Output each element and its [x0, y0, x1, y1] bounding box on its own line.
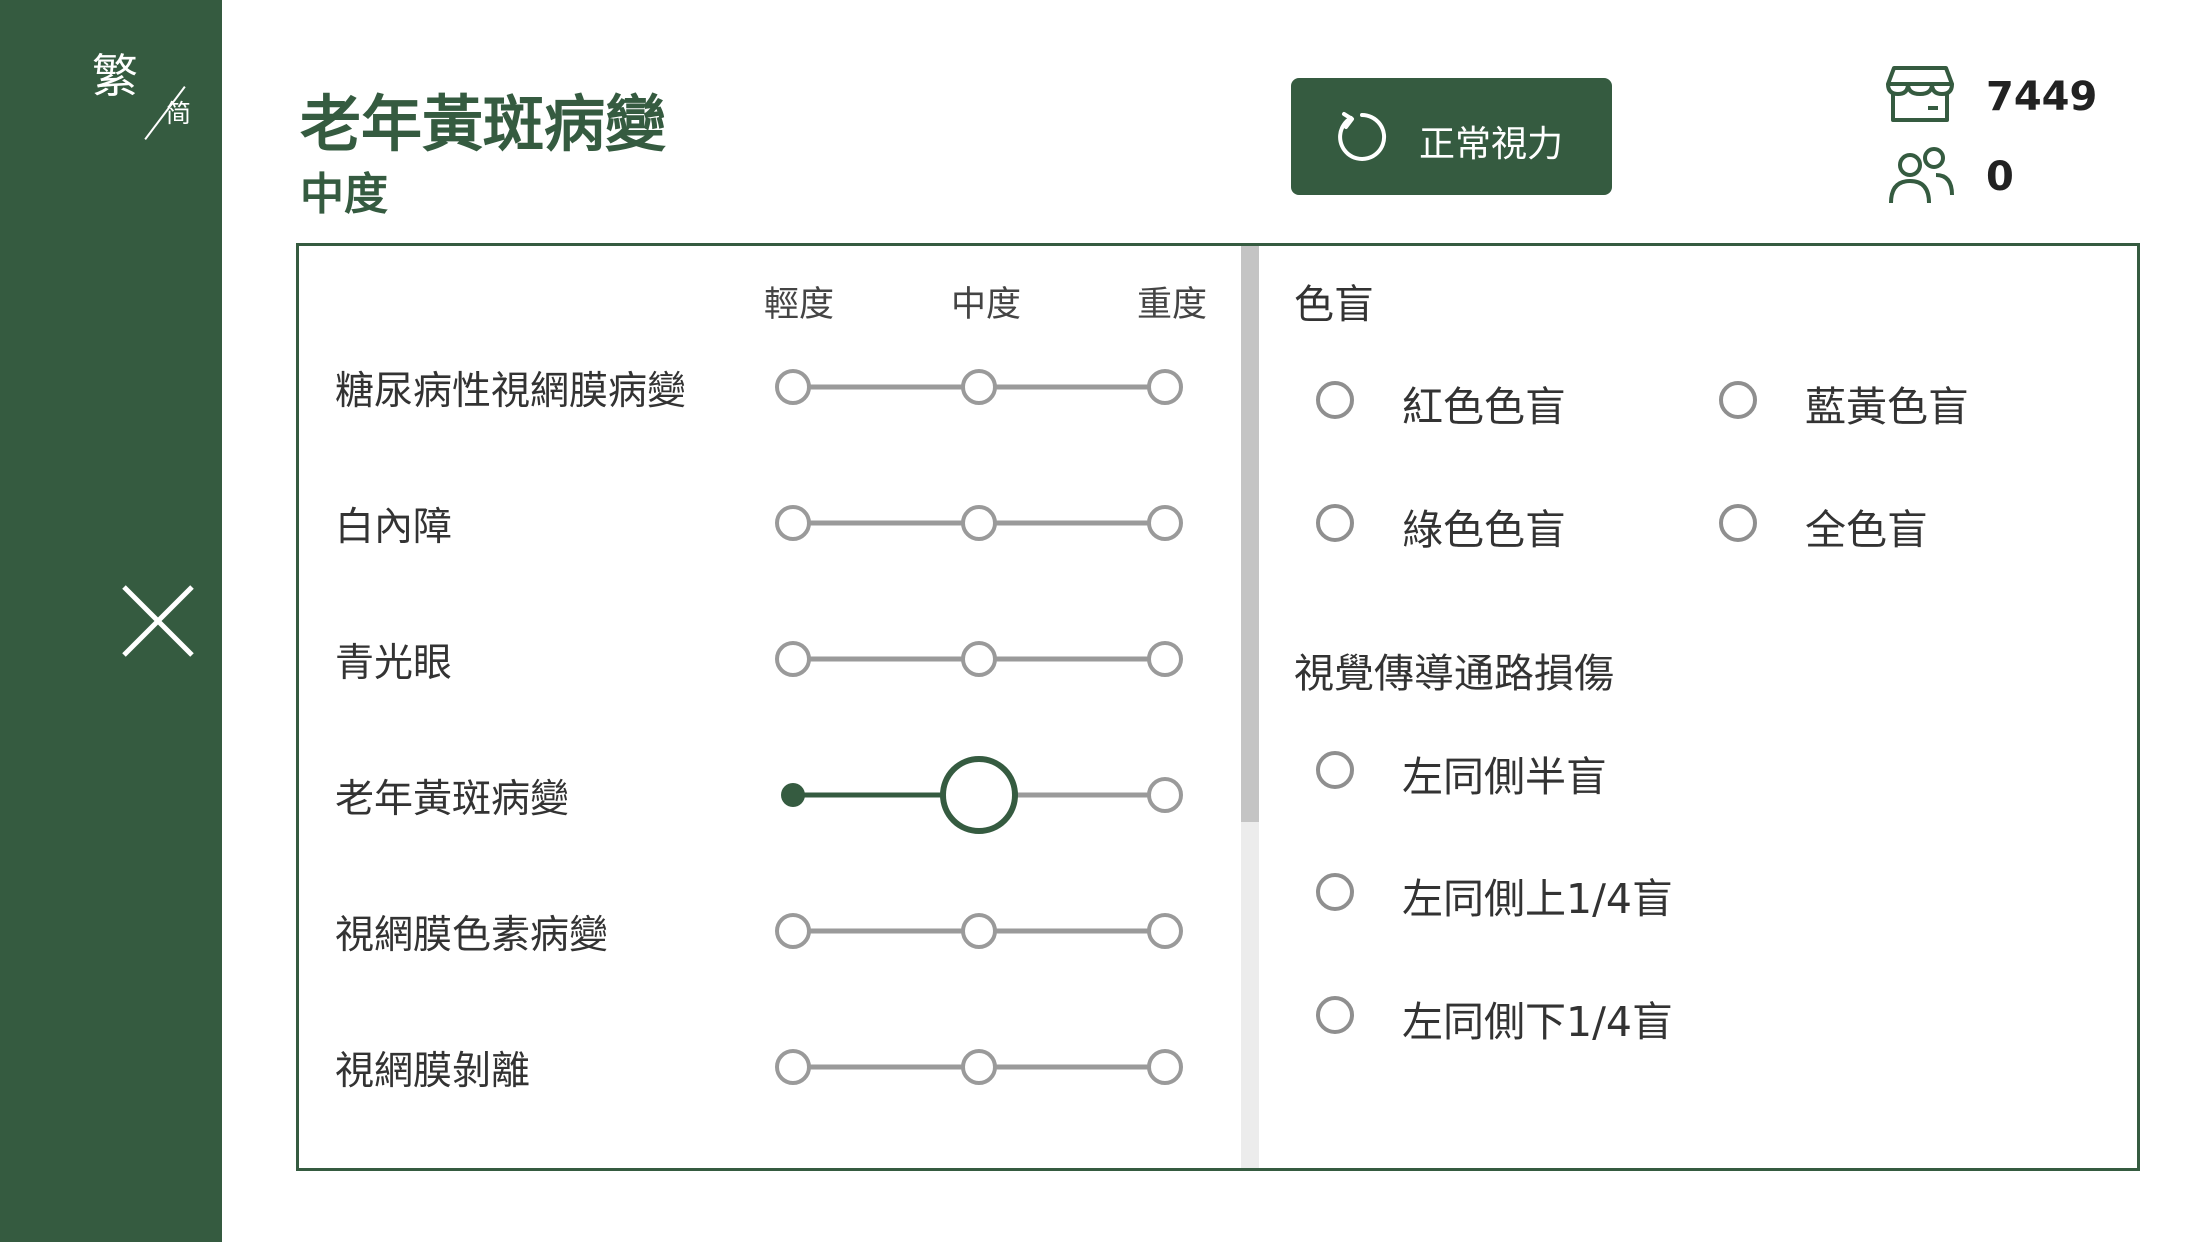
option-label: 全色盲	[1805, 506, 1928, 554]
radio-circle[interactable]	[1316, 504, 1354, 542]
condition-label: 白內障	[335, 505, 453, 550]
severity-slider[interactable]	[771, 357, 1231, 417]
slider-stop[interactable]	[1147, 913, 1183, 949]
normal-vision-label: 正常視力	[1419, 124, 1564, 165]
severity-slider[interactable]	[771, 629, 1231, 689]
normal-vision-button[interactable]: 正常視力	[1291, 78, 1612, 195]
radio-circle[interactable]	[1316, 381, 1354, 419]
slider-stop[interactable]	[961, 641, 997, 677]
slider-stop[interactable]	[1147, 777, 1183, 813]
lang-simplified[interactable]: 简	[166, 94, 191, 130]
condition-label: 青光眼	[335, 641, 453, 686]
slider-stop[interactable]	[775, 369, 811, 405]
settings-panel: 輕度 中度 重度 糖尿病性視網膜病變 白內障 青光眼 老年黃斑病變 視網膜色素病…	[296, 243, 2140, 1171]
slider-stop[interactable]	[1147, 505, 1183, 541]
severity-slider[interactable]	[771, 493, 1231, 553]
option-label: 左同側下1/4盲	[1402, 998, 1673, 1046]
visual-pathway-title: 視覺傳導通路損傷	[1294, 651, 1614, 697]
slider-stop[interactable]	[961, 1049, 997, 1085]
option-label: 左同側上1/4盲	[1402, 875, 1673, 923]
slider-stop[interactable]	[1147, 369, 1183, 405]
option-label: 綠色色盲	[1402, 506, 1566, 554]
slider-stop[interactable]	[775, 1049, 811, 1085]
users-icon	[1889, 147, 1954, 204]
slider-thumb[interactable]	[940, 756, 1018, 834]
severity-header-severe: 重度	[1137, 285, 1208, 325]
slider-stop[interactable]	[775, 641, 811, 677]
condition-label: 視網膜剝離	[335, 1049, 531, 1094]
condition-label: 糖尿病性視網膜病變	[335, 369, 687, 414]
severity-slider[interactable]	[771, 901, 1231, 961]
severity-slider[interactable]	[771, 1037, 1231, 1097]
radio-circle[interactable]	[1316, 873, 1354, 911]
slider-stop[interactable]	[961, 505, 997, 541]
color-blind-title: 色盲	[1294, 282, 1374, 328]
users-count: 0	[1986, 154, 2014, 200]
slider-stop[interactable]	[775, 913, 811, 949]
radio-circle[interactable]	[1719, 381, 1757, 419]
radio-circle[interactable]	[1719, 504, 1757, 542]
slider-stop[interactable]	[781, 783, 805, 807]
radio-circle[interactable]	[1316, 996, 1354, 1034]
severity-header-moderate: 中度	[951, 285, 1022, 325]
lang-traditional[interactable]: 繁	[92, 40, 138, 106]
store-icon	[1886, 66, 1954, 122]
sidebar: 繁 简	[0, 0, 222, 1242]
option-label: 藍黃色盲	[1805, 383, 1969, 431]
close-button[interactable]	[120, 583, 196, 659]
stock-count: 7449	[1986, 74, 2098, 120]
severity-subtitle: 中度	[300, 169, 388, 220]
scrollbar-thumb[interactable]	[1241, 246, 1259, 822]
condition-label: 老年黃斑病變	[335, 777, 570, 822]
option-label: 紅色色盲	[1402, 383, 1566, 431]
page-title: 老年黃斑病變	[300, 89, 667, 160]
close-icon	[122, 585, 194, 657]
language-toggle[interactable]: 繁 简	[88, 40, 208, 140]
slider-stop[interactable]	[775, 505, 811, 541]
condition-label: 視網膜色素病變	[335, 913, 609, 958]
slider-stop[interactable]	[1147, 641, 1183, 677]
slider-stop[interactable]	[1147, 1049, 1183, 1085]
severity-header-mild: 輕度	[764, 285, 835, 325]
slider-stop[interactable]	[961, 913, 997, 949]
radio-circle[interactable]	[1316, 751, 1354, 789]
severity-slider[interactable]	[771, 756, 1231, 834]
option-label: 左同側半盲	[1402, 753, 1607, 801]
slider-stop[interactable]	[961, 369, 997, 405]
reset-icon	[1338, 112, 1387, 161]
